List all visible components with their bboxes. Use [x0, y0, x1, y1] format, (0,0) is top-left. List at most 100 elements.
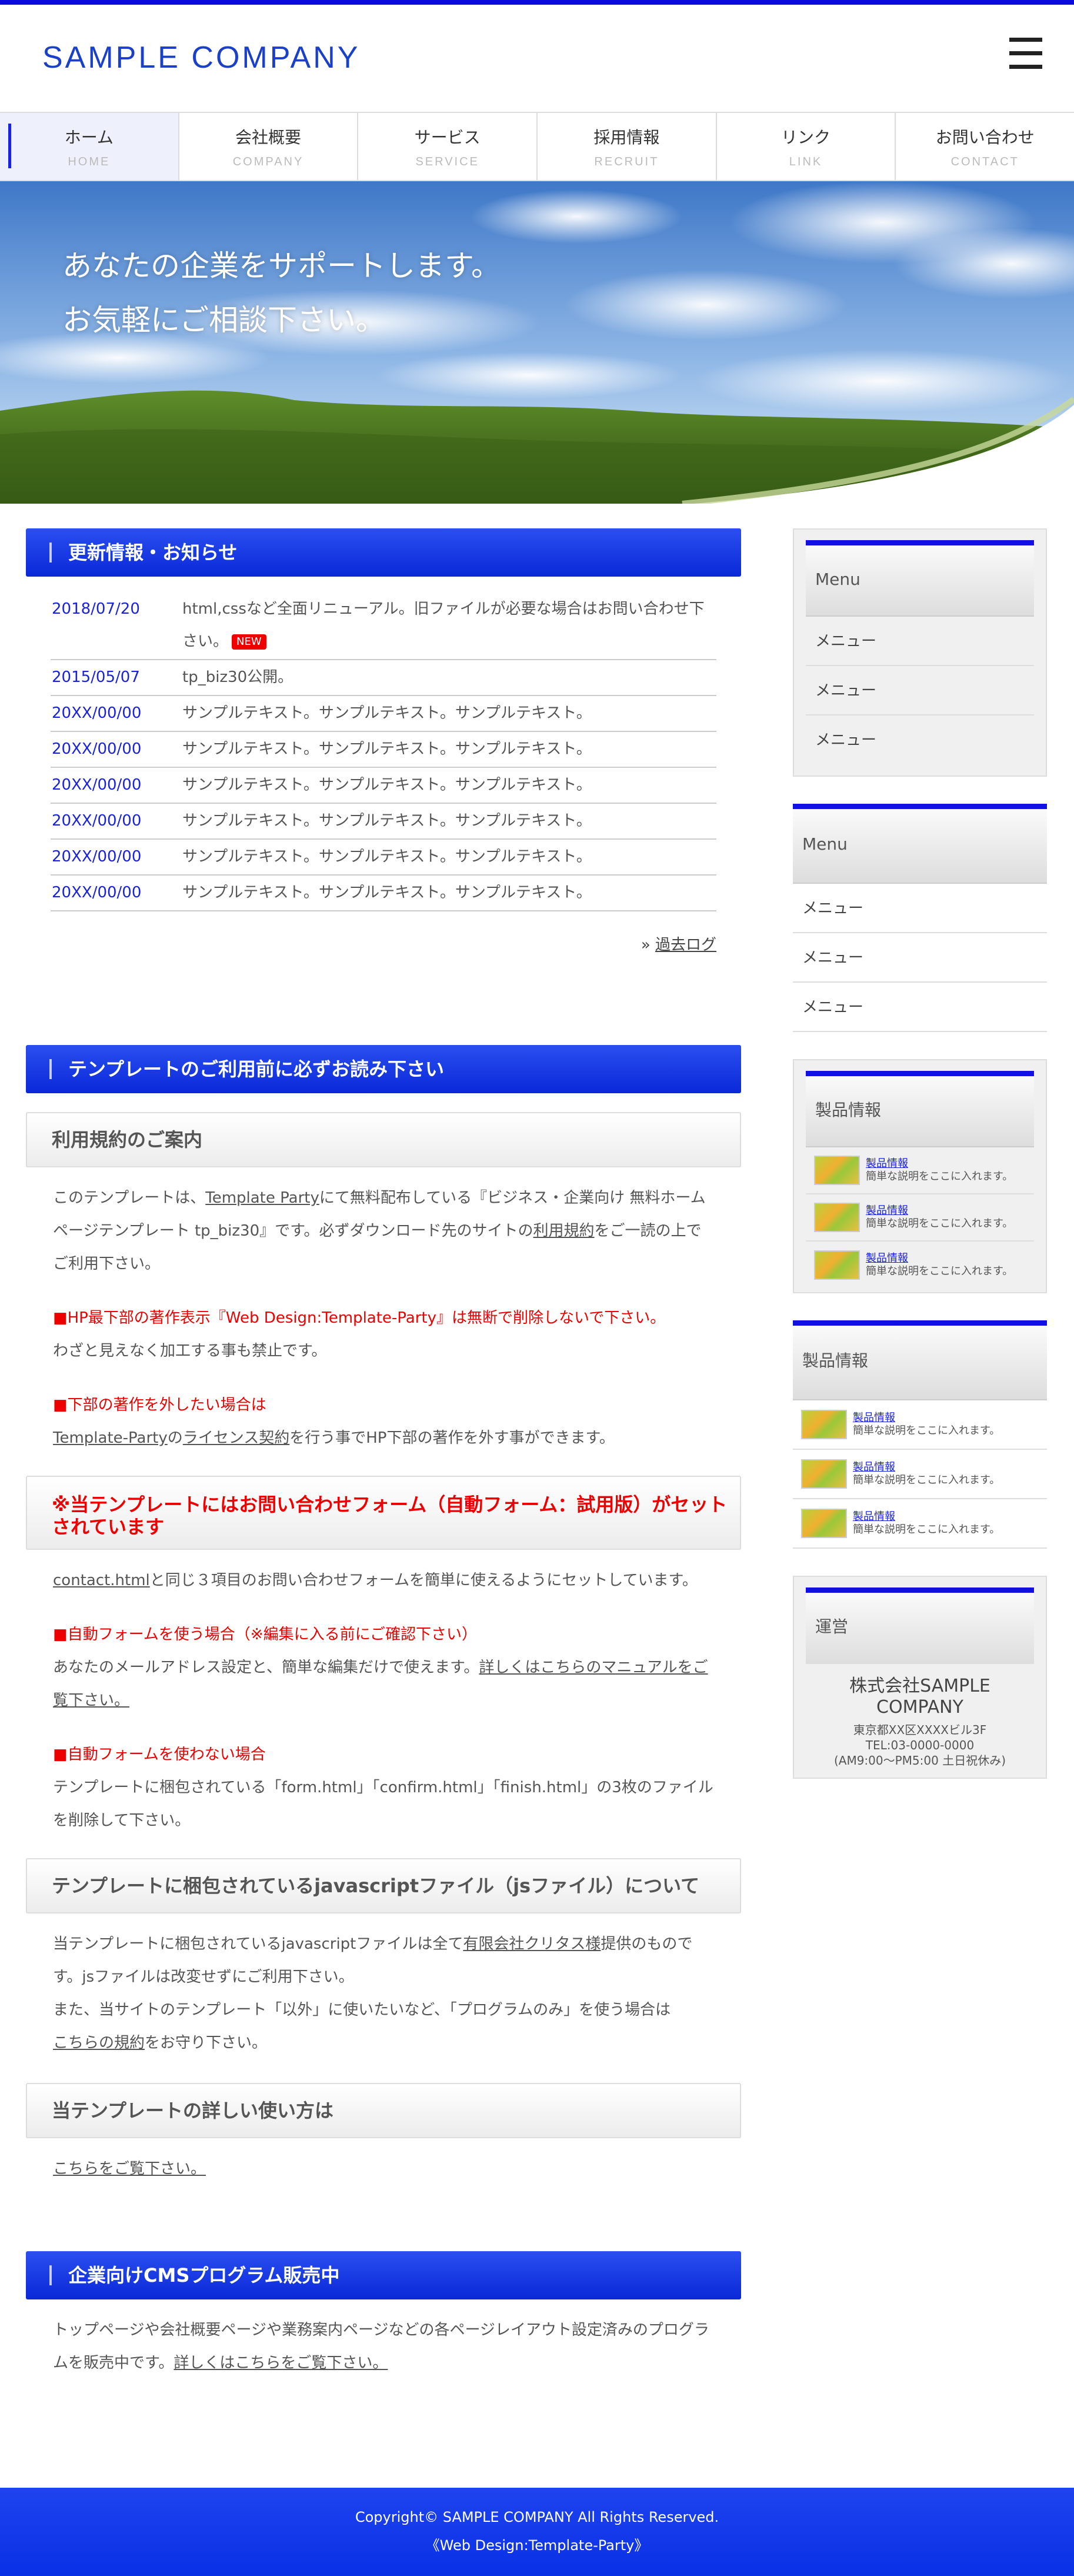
archive-link[interactable]: 過去ログ	[655, 936, 716, 954]
form-paragraph: contact.htmlと同じ３項目のお問い合わせフォームを簡単に使えるようにセ…	[53, 1564, 716, 1597]
top-accent-bar	[0, 0, 1074, 5]
product-desc: 簡単な説明をここに入れます。	[853, 1523, 1000, 1536]
news-date: 20XX/00/00	[52, 812, 142, 830]
product-item[interactable]: 製品情報 簡単な説明をここに入れます。	[793, 1450, 1047, 1499]
hero-line-1: あなたの企業をサポートします。	[62, 249, 501, 283]
sidebar-menu-title: Menu	[806, 540, 1034, 617]
product-name[interactable]: 製品情報	[853, 1412, 1000, 1425]
product-desc: 簡単な説明をここに入れます。	[866, 1217, 1013, 1230]
kuritasu-link[interactable]: 有限会社クリタス様	[463, 1935, 601, 1953]
news-date: 2015/05/07	[52, 668, 140, 686]
sidebar-products-boxed: 製品情報 製品情報 簡単な説明をここに入れます。 製品情報 簡単な説明をここに入れま…	[793, 1059, 1047, 1293]
product-name[interactable]: 製品情報	[866, 1157, 1013, 1170]
news-item: 20XX/00/00 サンプルテキスト。サンプルテキスト。サンプルテキスト。	[51, 696, 716, 732]
nav-label: 採用情報	[593, 128, 660, 147]
nav-label: サービス	[414, 128, 481, 147]
hero-copy: あなたの企業をサポートします。 お気軽にご相談下さい。	[62, 239, 501, 347]
nav-company[interactable]: 会社概要 COMPANY	[179, 113, 359, 180]
nav-sublabel: SERVICE	[415, 155, 479, 168]
product-item[interactable]: 製品情報 簡単な説明をここに入れます。	[806, 1147, 1034, 1194]
product-desc: 簡単な説明をここに入れます。	[853, 1425, 1000, 1437]
product-item[interactable]: 製品情報 簡単な説明をここに入れます。	[806, 1194, 1034, 1242]
auto-form-skip-heading: ■自動フォームを使わない場合	[53, 1746, 266, 1763]
product-thumbnail	[801, 1410, 847, 1439]
nav-sublabel: HOME	[68, 155, 111, 168]
license-contract-link[interactable]: ライセンス契約	[183, 1429, 289, 1447]
js-heading: テンプレートに梱包されているjavascriptファイル（jsファイル）について	[26, 1858, 741, 1913]
copyright-warning-text: わざと見えなく加工する事も禁止です。	[53, 1342, 327, 1360]
sidebar-menu-item[interactable]: メニュー	[806, 617, 1034, 666]
site-logo[interactable]: SAMPLE COMPANY	[42, 40, 360, 75]
copyright-warning: ■HP最下部の著作表示『Web Design:Template-Party』は無…	[53, 1309, 666, 1327]
news-date: 20XX/00/00	[52, 848, 142, 866]
sidebar-menu-item[interactable]: メニュー	[806, 666, 1034, 715]
license-paragraph: Template-Partyのライセンス契約を行う事でHP下部の著作を外す事がで…	[53, 1422, 716, 1455]
news-text: サンプルテキスト。サンプルテキスト。サンプルテキスト。	[182, 848, 592, 866]
company-address: 東京都XX区XXXXビル3F	[853, 1723, 987, 1737]
company-hours: (AM9:00〜PM5:00 土日祝休み)	[833, 1753, 1006, 1768]
nav-service[interactable]: サービス SERVICE	[358, 113, 538, 180]
nav-home[interactable]: ホーム HOME	[0, 113, 179, 180]
footer-credit-link[interactable]: 《Web Design:Template-Party》	[0, 2531, 1074, 2560]
nav-link[interactable]: リンク LINK	[717, 113, 896, 180]
news-date: 20XX/00/00	[52, 776, 142, 794]
template-party-link[interactable]: Template Party	[205, 1189, 319, 1207]
news-date: 2018/07/20	[52, 600, 140, 618]
cms-heading: 企業向けCMSプログラム販売中	[26, 2251, 741, 2299]
sidebar-menu-title: Menu	[793, 804, 1047, 884]
sidebar-menu-plain: Menu メニュー メニュー メニュー	[793, 804, 1047, 1032]
sidebar: Menu メニュー メニュー メニュー Menu メニュー メニュー メニュー …	[793, 528, 1047, 1779]
hero-banner: あなたの企業をサポートします。 お気軽にご相談下さい。	[0, 181, 1074, 504]
nav-sublabel: CONTACT	[950, 155, 1019, 168]
company-name: 株式会社SAMPLE COMPANY	[849, 1676, 990, 1718]
product-name[interactable]: 製品情報	[853, 1461, 1000, 1474]
sidebar-menu-item[interactable]: メニュー	[806, 715, 1034, 765]
product-item[interactable]: 製品情報 簡単な説明をここに入れます。	[793, 1400, 1047, 1450]
product-thumbnail	[814, 1203, 860, 1232]
product-desc: 簡単な説明をここに入れます。	[866, 1265, 1013, 1277]
sidebar-menu-item[interactable]: メニュー	[793, 983, 1047, 1032]
product-item[interactable]: 製品情報 簡単な説明をここに入れます。	[793, 1499, 1047, 1549]
company-tel: TEL:03-0000-0000	[865, 1738, 975, 1752]
product-desc: 簡単な説明をここに入れます。	[853, 1474, 1000, 1486]
news-item: 20XX/00/00 サンプルテキスト。サンプルテキスト。サンプルテキスト。	[51, 768, 716, 804]
hamburger-menu-icon[interactable]	[1009, 38, 1042, 69]
usage-link[interactable]: こちらをご覧下さい。	[53, 2160, 206, 2178]
archive-arrow: »	[641, 936, 655, 954]
news-text: サンプルテキスト。サンプルテキスト。サンプルテキスト。	[182, 776, 592, 794]
product-thumbnail	[801, 1459, 847, 1489]
template-party-link-2[interactable]: Template-Party	[53, 1429, 168, 1447]
nav-contact[interactable]: お問い合わせ CONTACT	[896, 113, 1074, 180]
form-heading: ※当テンプレートにはお問い合わせフォーム（自動フォーム：試用版）がセットされてい…	[26, 1476, 741, 1550]
contact-html-link[interactable]: contact.html	[53, 1572, 150, 1589]
js-terms-link[interactable]: こちらの規約	[53, 2034, 145, 2052]
news-text: サンプルテキスト。サンプルテキスト。サンプルテキスト。	[182, 704, 592, 722]
news-text: サンプルテキスト。サンプルテキスト。サンプルテキスト。	[182, 740, 592, 758]
news-item: 2015/05/07 tp_biz30公開。	[51, 660, 716, 696]
product-item[interactable]: 製品情報 簡単な説明をここに入れます。	[806, 1242, 1034, 1289]
hero-line-2: お気軽にご相談下さい。	[62, 303, 385, 337]
sidebar-menu-item[interactable]: メニュー	[793, 933, 1047, 983]
sidebar-menu-item[interactable]: メニュー	[793, 884, 1047, 933]
sidebar-menu-boxed: Menu メニュー メニュー メニュー	[793, 528, 1047, 777]
product-desc: 簡単な説明をここに入れます。	[866, 1170, 1013, 1183]
product-name[interactable]: 製品情報	[866, 1252, 1013, 1265]
nav-recruit[interactable]: 採用情報 RECRUIT	[538, 113, 717, 180]
cms-paragraph: トップページや会社概要ページや業務案内ページなどの各ページレイアウト設定済みのプ…	[53, 2314, 716, 2379]
news-text: サンプルテキスト。サンプルテキスト。サンプルテキスト。	[182, 884, 592, 901]
new-badge: NEW	[232, 634, 266, 650]
product-name[interactable]: 製品情報	[853, 1510, 1000, 1523]
nav-sublabel: LINK	[789, 155, 823, 168]
auto-form-skip-text: テンプレートに梱包されている「form.html」「confirm.html」「…	[53, 1779, 713, 1829]
news-date: 20XX/00/00	[52, 704, 142, 722]
news-text: tp_biz30公開。	[182, 668, 293, 686]
nav-label: お問い合わせ	[935, 128, 1035, 147]
product-name[interactable]: 製品情報	[866, 1204, 1013, 1217]
news-date: 20XX/00/00	[52, 884, 142, 901]
terms-link[interactable]: 利用規約	[533, 1222, 595, 1240]
news-item: 20XX/00/00 サンプルテキスト。サンプルテキスト。サンプルテキスト。	[51, 804, 716, 840]
cms-link[interactable]: 詳しくはこちらをご覧下さい。	[174, 2354, 388, 2372]
nav-sublabel: COMPANY	[232, 155, 304, 168]
license-text-mid: の	[167, 1429, 183, 1447]
nav-label: 会社概要	[235, 128, 302, 147]
